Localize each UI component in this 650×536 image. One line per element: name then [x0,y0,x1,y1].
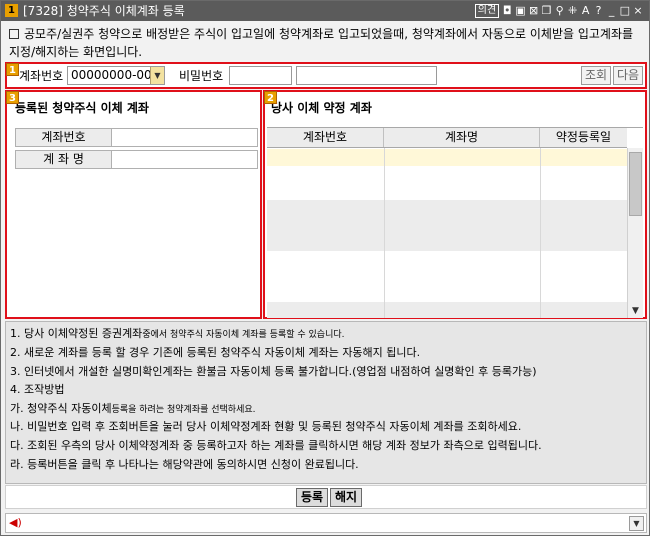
password-input[interactable] [229,66,292,85]
maximize-icon[interactable]: □ [620,4,630,18]
copy-icon[interactable]: ⊠ [529,4,539,18]
window-icon[interactable]: ❐ [542,4,552,18]
table-row[interactable] [267,251,627,268]
speaker-icon[interactable]: ◀) [9,516,22,530]
column-divider [384,148,385,318]
action-bar: 등록 해지 [5,485,647,509]
column-account-name[interactable]: 계좌명 [384,128,540,147]
registered-account-name-row: 계 좌 명 [15,150,258,169]
registered-account-number-row: 계좌번호 [15,128,258,147]
status-bar: ◀) ▼ [5,513,647,533]
note-step-na: 나. 비밀번호 입력 후 조회버튼을 눌러 당사 이체약정계좌 현황 및 등록된… [10,420,522,433]
table-row[interactable] [267,268,627,285]
note-line-4: 4. 조작방법 [10,383,65,396]
note-step-da: 다. 조회된 우측의 당사 이체약정계좌 중 등록하고자 하는 계좌를 클릭하시… [10,439,542,452]
note-line-1-small: 중에서 청약주식 자동이체 계좌를 등록할 수 있습니다. [142,330,345,340]
scroll-down-icon[interactable]: ▼ [628,304,643,318]
register-button[interactable]: 등록 [296,488,328,507]
account-number-value: 00000000-00 [71,68,152,82]
account-number-combo[interactable]: 00000000-00 ▼ [67,66,165,85]
account-query-section: 계좌번호 00000000-00 ▼ 비밀번호 조회 다음 [5,62,647,89]
contracted-account-title: 당사 이체 약정 계좌 [271,101,372,115]
scrollbar-thumb[interactable] [629,152,642,216]
note-line-1-main: 1. 당사 이체약정된 증권계좌 [10,327,143,340]
password-label: 비밀번호 [179,69,224,83]
screen-number-badge: 1 [5,4,18,17]
registered-account-number-label: 계좌번호 [15,128,112,147]
query-button[interactable]: 조회 [581,66,611,85]
minimize-icon[interactable]: _ [607,4,617,18]
section-badge-2: 2 [264,91,277,104]
next-button[interactable]: 다음 [613,66,643,85]
table-row[interactable] [267,183,627,200]
table-row[interactable] [267,166,627,183]
note-step-ga-small: 등록을 하려는 청약계좌를 선택하세요. [111,405,256,415]
table-row[interactable] [267,217,627,234]
title-bar-icons: 의견 ◘ ▣ ⊠ ❐ ⚲ ⁜ A ? _ □ × [474,3,643,19]
table-row[interactable] [267,149,627,166]
grid-header: 계좌번호 계좌명 약정등록일 [267,128,627,148]
contracted-account-grid[interactable]: 계좌번호 계좌명 약정등록일 ▼ [267,127,643,318]
opinion-button[interactable]: 의견 [474,4,500,18]
hold-icon[interactable]: ⚲ [555,4,565,18]
screen-description: 공모주/실권주 청약으로 배정받은 주식이 입고일에 청약계좌로 입고되었을때,… [9,25,645,61]
pin-icon[interactable]: ◘ [502,4,512,18]
description-text: 공모주/실권주 청약으로 배정받은 주식이 입고일에 청약계좌로 입고되었을때,… [9,27,634,59]
table-row[interactable] [267,234,627,251]
font-size-icon[interactable]: A [581,4,591,18]
table-row[interactable] [267,285,627,302]
account-name-field [296,66,437,85]
note-step-ra: 라. 등록버튼을 클릭 후 나타나는 해당약관에 동의하시면 신청이 완료됩니다… [10,458,359,471]
chevron-down-icon[interactable]: ▼ [629,516,644,531]
registered-account-number-value [112,128,258,147]
note-step-ga-main: 가. 청약주식 자동이체 [10,402,112,415]
column-divider [540,148,541,318]
vertical-scrollbar[interactable]: ▼ [627,148,643,318]
title-bar[interactable]: 1 [7328] 청약주식 이체계좌 등록 의견 ◘ ▣ ⊠ ❐ ⚲ ⁜ A ?… [1,1,649,21]
registered-account-section: 등록된 청약주식 이체 계좌 계좌번호 계 좌 명 [5,90,262,319]
help-icon[interactable]: ? [594,4,604,18]
link-icon[interactable]: ⁜ [568,4,578,18]
column-contract-date[interactable]: 약정등록일 [540,128,627,147]
note-line-1: 1. 당사 이체약정된 증권계좌중에서 청약주식 자동이체 계좌를 등록할 수 … [10,327,345,342]
window-title: [7328] 청약주식 이체계좌 등록 [23,4,185,18]
account-number-label: 계좌번호 [19,69,64,83]
registered-account-name-value [112,150,258,169]
note-step-ga: 가. 청약주식 자동이체등록을 하려는 청약계좌를 선택하세요. [10,402,256,417]
contracted-account-section: 당사 이체 약정 계좌 계좌번호 계좌명 약정등록일 ▼ [263,90,647,319]
chevron-down-icon[interactable]: ▼ [150,67,164,84]
guide-notes: 1. 당사 이체약정된 증권계좌중에서 청약주식 자동이체 계좌를 등록할 수 … [5,321,647,484]
section-badge-3: 3 [6,91,19,104]
cancel-registration-button[interactable]: 해지 [330,488,362,507]
print-icon[interactable]: ▣ [515,4,525,18]
table-row[interactable] [267,302,627,318]
bullet-icon [9,29,19,39]
registered-account-name-label: 계 좌 명 [15,150,112,169]
table-row[interactable] [267,200,627,217]
note-line-3: 3. 인터넷에서 개설한 실명미확인계좌는 환불금 자동이체 등록 불가합니다.… [10,365,537,378]
column-account-number[interactable]: 계좌번호 [267,128,384,147]
note-line-2: 2. 새로운 계좌를 등록 할 경우 기존에 등록된 청약주식 자동이체 계좌는… [10,346,421,359]
registered-account-title: 등록된 청약주식 이체 계좌 [15,101,149,115]
section-badge-1: 1 [6,63,19,76]
app-window: 1 [7328] 청약주식 이체계좌 등록 의견 ◘ ▣ ⊠ ❐ ⚲ ⁜ A ?… [0,0,650,536]
close-icon[interactable]: × [633,4,643,18]
